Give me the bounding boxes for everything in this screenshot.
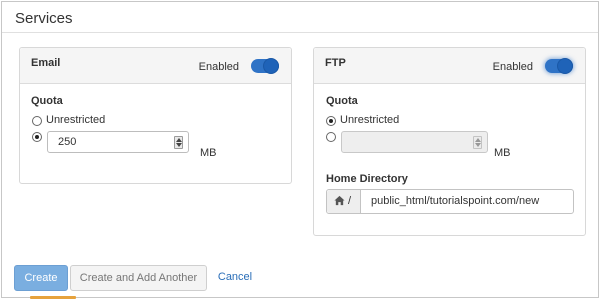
services-section: Services Email Enabled Quota Unrestricte…	[1, 1, 599, 298]
ftp-panel-header: FTP Enabled	[314, 48, 585, 84]
email-quota-unit: MB	[200, 147, 217, 159]
ftp-unrestricted-radio[interactable]	[326, 116, 336, 126]
email-panel: Email Enabled Quota Unrestricted 250 MB	[19, 47, 292, 184]
section-title: Services	[15, 10, 73, 27]
stepper-down-icon	[176, 143, 182, 147]
email-custom-quota-radio[interactable]	[32, 132, 42, 142]
home-icon	[334, 195, 345, 206]
create-and-add-another-button[interactable]: Create and Add Another	[70, 265, 207, 291]
section-divider	[2, 32, 598, 33]
home-directory-prefix: /	[327, 190, 361, 213]
home-directory-input[interactable]: public_html/tutorialspoint.com/new	[371, 195, 539, 207]
email-enabled-label: Enabled	[198, 61, 239, 73]
email-panel-header: Email Enabled	[20, 48, 291, 84]
create-button[interactable]: Create	[14, 265, 68, 291]
home-prefix-slash: /	[348, 195, 352, 207]
quota-stepper-icon[interactable]	[174, 136, 183, 149]
ftp-quota-label: Quota	[326, 95, 358, 107]
email-quota-label: Quota	[31, 95, 63, 107]
toggle-knob	[263, 58, 279, 74]
stepper-down-icon	[475, 143, 481, 147]
decorative-underline	[30, 296, 76, 299]
ftp-custom-quota-radio[interactable]	[326, 132, 336, 142]
stepper-up-icon	[176, 138, 182, 142]
toggle-knob	[557, 58, 573, 74]
ftp-enabled-control: Enabled	[483, 58, 573, 75]
home-directory-field[interactable]: / public_html/tutorialspoint.com/new	[326, 189, 574, 214]
email-quota-input[interactable]: 250	[47, 131, 189, 153]
ftp-quota-unit: MB	[494, 147, 511, 159]
email-enabled-control: Enabled	[189, 58, 279, 75]
ftp-panel: FTP Enabled Quota Unrestricted MB Home D…	[313, 47, 586, 236]
home-directory-label: Home Directory	[326, 173, 408, 185]
ftp-enabled-label: Enabled	[492, 61, 533, 73]
email-unrestricted-radio[interactable]	[32, 116, 42, 126]
ftp-quota-input[interactable]	[341, 131, 488, 153]
quota-stepper-icon[interactable]	[473, 136, 482, 149]
email-enabled-toggle[interactable]	[251, 58, 279, 74]
ftp-enabled-toggle[interactable]	[545, 58, 573, 74]
stepper-up-icon	[475, 138, 481, 142]
ftp-panel-title: FTP	[325, 57, 346, 69]
cancel-link[interactable]: Cancel	[212, 265, 258, 291]
email-quota-value: 250	[58, 136, 77, 148]
email-panel-title: Email	[31, 57, 61, 69]
email-unrestricted-label: Unrestricted	[46, 114, 106, 126]
ftp-unrestricted-label: Unrestricted	[340, 114, 400, 126]
